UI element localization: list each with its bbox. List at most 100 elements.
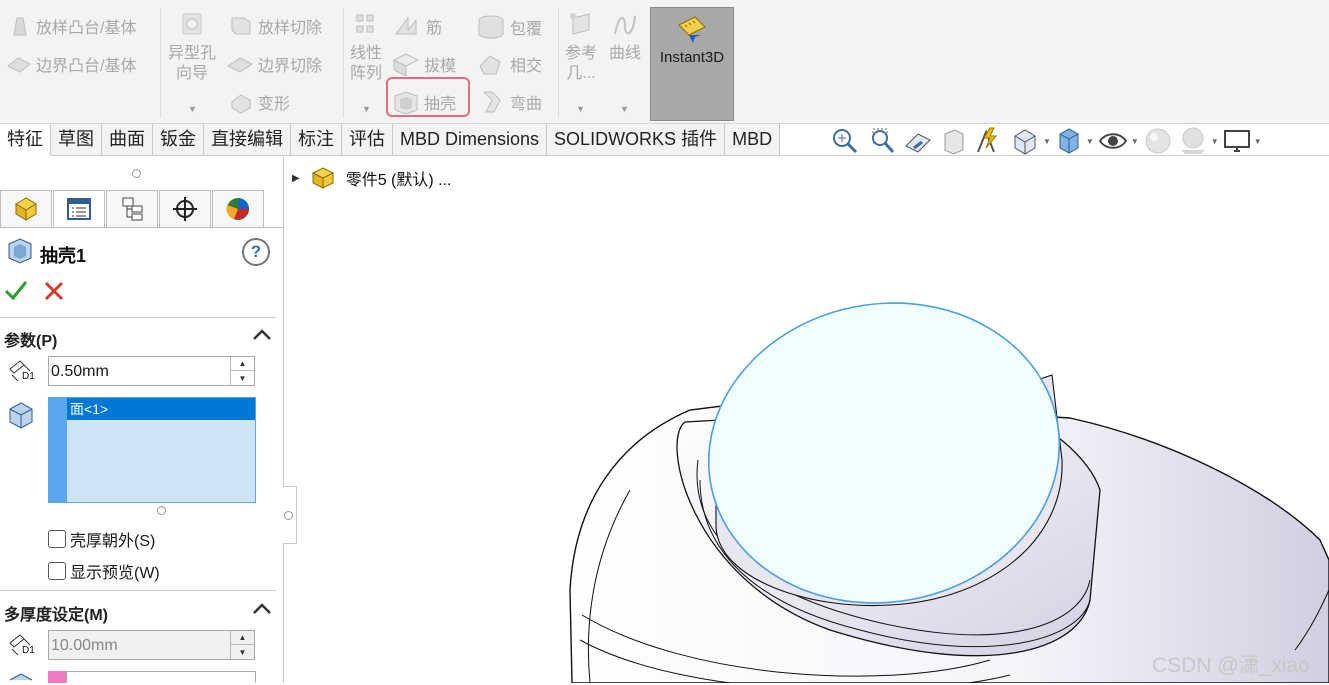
cancel-x-icon[interactable] — [44, 281, 64, 301]
multi-thickness-input[interactable]: 10.00mm ▲ ▼ — [48, 630, 255, 660]
checkbox-box[interactable] — [48, 562, 66, 580]
hide-show-items-button[interactable]: ▼ — [1097, 126, 1139, 156]
property-manager-panel: 抽壳1 ? 参数(P) D1 0.50mm ▲ ▼ 面<1> 壳厚朝外(S) 显示… — [0, 157, 284, 683]
wrap-button[interactable]: 包覆 — [476, 14, 542, 40]
ribbon-divider — [160, 8, 161, 118]
deform-button[interactable]: 变形 — [228, 90, 290, 114]
panel-tabs-underline — [0, 227, 284, 228]
hole-wizard-button[interactable]: 异型孔 向导 — [164, 10, 220, 84]
multi-faces-selection-box[interactable] — [66, 671, 256, 683]
reference-geometry-dropdown-icon[interactable]: ▼ — [576, 104, 585, 114]
thickness-input[interactable]: 0.50mm ▲ ▼ — [48, 356, 255, 386]
shell-highlight — [386, 77, 470, 117]
help-button[interactable]: ? — [242, 238, 270, 266]
section-divider — [0, 317, 276, 318]
tab-sketch[interactable]: 草图 — [51, 124, 102, 156]
panel-drag-handle[interactable] — [132, 169, 141, 178]
scene-dropdown-icon[interactable]: ▼ — [1211, 137, 1219, 146]
display-sphere-icon — [226, 198, 249, 220]
list-resize-handle[interactable] — [157, 506, 166, 515]
thickness-outward-checkbox[interactable]: 壳厚朝外(S) — [48, 527, 155, 551]
spin-down-icon[interactable]: ▼ — [231, 645, 254, 659]
spin-down-icon[interactable]: ▼ — [231, 371, 254, 385]
view-settings-button[interactable]: ▼ — [1222, 126, 1262, 156]
dynamic-annotation-button[interactable] — [972, 126, 1006, 156]
hide-show-dropdown-icon[interactable]: ▼ — [1131, 137, 1139, 146]
property-manager-tab[interactable] — [53, 190, 105, 228]
dynamic-annotation-icon — [977, 127, 998, 153]
tab-mbd[interactable]: MBD — [725, 124, 781, 156]
tab-direct-editing[interactable]: 直接编辑 — [204, 124, 291, 156]
intersect-button[interactable]: 相交 — [476, 52, 542, 76]
curves-dropdown-icon[interactable]: ▼ — [620, 104, 629, 114]
show-preview-checkbox[interactable]: 显示预览(W) — [48, 559, 160, 583]
command-tabs: 特征 草图 曲面 钣金 直接编辑 标注 评估 MBD Dimensions SO… — [0, 124, 781, 156]
ok-check-icon[interactable] — [4, 279, 28, 301]
configuration-manager-tab[interactable] — [106, 190, 158, 228]
view-orientation-button[interactable]: ▼ — [1009, 126, 1051, 156]
edit-appearance-button[interactable] — [1142, 126, 1174, 156]
linear-pattern-icon — [356, 14, 374, 33]
tab-sheet-metal[interactable]: 钣金 — [153, 124, 204, 156]
d1-label: D1 — [22, 371, 35, 382]
tab-solidworks-addins[interactable]: SOLIDWORKS 插件 — [547, 124, 726, 156]
wrap-icon — [478, 15, 504, 39]
instant3d-button[interactable]: Instant3D — [650, 7, 734, 121]
intersect-icon — [479, 55, 501, 75]
zoom-to-area-button[interactable] — [865, 126, 899, 156]
feature-manager-tab[interactable] — [0, 190, 52, 228]
display-style-button[interactable]: ▼ — [1054, 126, 1094, 156]
tab-mbd-dimensions[interactable]: MBD Dimensions — [393, 124, 548, 156]
tab-markup[interactable]: 标注 — [291, 124, 342, 156]
dimxpert-manager-tab[interactable] — [159, 190, 211, 228]
collapse-caret-icon[interactable] — [252, 601, 272, 615]
spin-up-icon[interactable]: ▲ — [231, 631, 254, 645]
collapse-caret-icon[interactable] — [252, 327, 272, 341]
tab-features[interactable]: 特征 — [0, 124, 51, 156]
parameters-section-title[interactable]: 参数(P) — [4, 327, 57, 351]
view-orientation-dropdown-icon[interactable]: ▼ — [1043, 137, 1051, 146]
previous-view-button[interactable] — [902, 126, 936, 156]
loft-cut-icon — [231, 17, 251, 35]
rib-icon — [395, 16, 417, 35]
loft-cut-button[interactable]: 放样切除 — [228, 14, 322, 38]
eye-icon — [1098, 133, 1128, 149]
thickness-spinner[interactable]: ▲ ▼ — [230, 357, 254, 385]
draft-button[interactable]: 拔模 — [390, 52, 456, 76]
heads-up-view-toolbar: ▼ ▼ ▼ ▼ ▼ — [828, 126, 1262, 156]
boundary-cut-button[interactable]: 边界切除 — [226, 52, 322, 76]
display-style-icon — [1059, 128, 1079, 154]
curves-icon — [614, 15, 636, 35]
flex-button[interactable]: 弯曲 — [478, 90, 542, 114]
hole-wizard-dropdown-icon[interactable]: ▼ — [188, 104, 197, 114]
feature-title: 抽壳1 — [40, 246, 87, 266]
rib-button[interactable]: 筋 — [392, 14, 442, 38]
tab-surfaces[interactable]: 曲面 — [102, 124, 153, 156]
faces-to-remove-icon — [9, 402, 33, 429]
display-style-dropdown-icon[interactable]: ▼ — [1086, 137, 1094, 146]
instant3d-icon — [678, 16, 706, 43]
reference-geometry-button[interactable]: 参考 几... — [562, 12, 600, 84]
tab-evaluate[interactable]: 评估 — [342, 124, 393, 156]
faces-selection-box[interactable]: 面<1> — [66, 397, 256, 503]
curves-button[interactable]: 曲线 — [606, 12, 644, 64]
loft-boss-button[interactable]: 放样凸台/基体 — [8, 14, 136, 38]
crosshair-icon — [173, 197, 197, 221]
flex-icon — [482, 91, 501, 113]
apply-scene-button[interactable]: ▼ — [1177, 126, 1219, 156]
linear-pattern-dropdown-icon[interactable]: ▼ — [362, 104, 371, 114]
display-manager-tab[interactable] — [212, 190, 264, 228]
hole-wizard-icon — [182, 13, 202, 35]
spin-up-icon[interactable]: ▲ — [231, 357, 254, 371]
boundary-boss-button[interactable]: 边界凸台/基体 — [6, 52, 136, 76]
checkbox-box[interactable] — [48, 530, 66, 548]
zoom-to-fit-button[interactable] — [828, 126, 862, 156]
graphics-area-model[interactable] — [290, 160, 1329, 683]
multi-thickness-spinner[interactable]: ▲ ▼ — [230, 631, 254, 659]
section-view-button[interactable] — [939, 126, 969, 156]
linear-pattern-button[interactable]: 线性 阵列 — [346, 12, 386, 84]
multi-thickness-section-title[interactable]: 多厚度设定(M) — [4, 601, 108, 625]
view-settings-dropdown-icon[interactable]: ▼ — [1254, 137, 1262, 146]
selection-color-bar — [48, 397, 66, 503]
selected-face-item[interactable]: 面<1> — [67, 398, 255, 420]
